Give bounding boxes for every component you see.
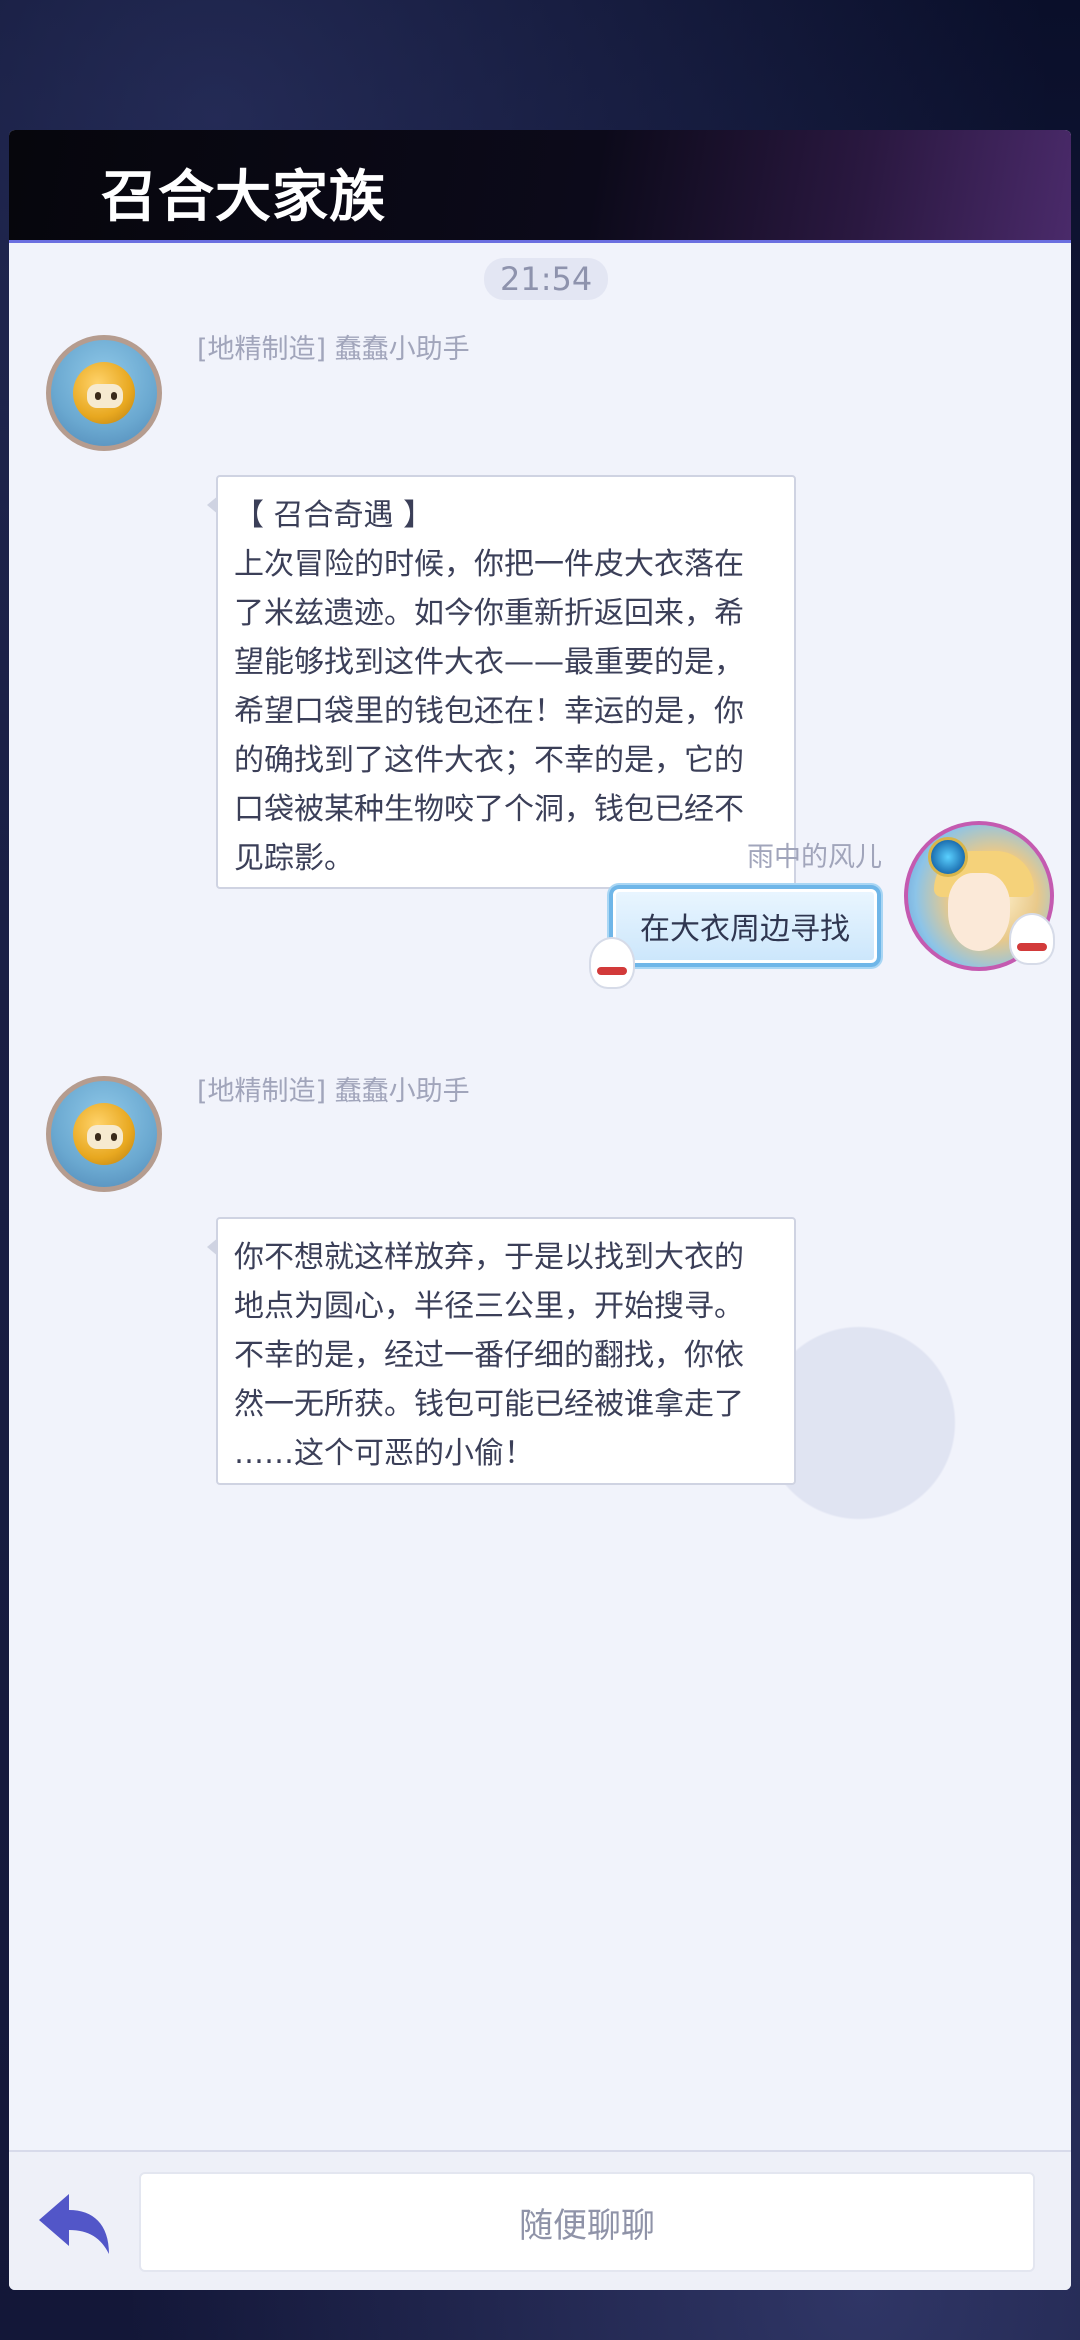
chat-input[interactable]: 随便聊聊 <box>139 2172 1035 2272</box>
my-message-text: 在大衣周边寻找 <box>640 912 850 947</box>
chat-area[interactable]: 21:54 [地精制造] 蠢蠢小助手 【 召合奇遇 】 上次冒险的时候，你把一件… <box>9 243 1071 2153</box>
message-bubble: 【 召合奇遇 】 上次冒险的时候，你把一件皮大衣落在 了米兹遗迹。如今你重新折返… <box>216 475 796 889</box>
message-line: 地点为圆心，半径三公里，开始搜寻。 <box>234 1289 744 1324</box>
message-line: 然一无所获。钱包可能已经被谁拿走了 <box>234 1387 744 1422</box>
header: 召合大家族 <box>9 130 1071 243</box>
input-bar: 随便聊聊 <box>9 2150 1071 2290</box>
gem-icon <box>928 837 968 877</box>
message-line: 上次冒险的时候，你把一件皮大衣落在 <box>234 547 744 582</box>
bunny-decoration-icon <box>1011 915 1053 963</box>
my-message-bubble: 在大衣周边寻找 <box>609 885 881 967</box>
page-title: 召合大家族 <box>101 164 386 230</box>
message-line: 口袋被某种生物咬了个洞，钱包已经不 <box>234 792 744 827</box>
message-line: 希望口袋里的钱包还在！幸运的是，你 <box>234 694 744 729</box>
message-line: 不幸的是，经过一番仔细的翻找，你依 <box>234 1338 744 1373</box>
assistant-avatar[interactable] <box>46 335 162 451</box>
message-timestamp: 21:54 <box>484 258 609 300</box>
message-bubble: 你不想就这样放弃，于是以找到大衣的 地点为圆心，半径三公里，开始搜寻。 不幸的是… <box>216 1217 796 1485</box>
message-line: 的确找到了这件大衣；不幸的是，它的 <box>234 743 744 778</box>
message-line: 你不想就这样放弃，于是以找到大衣的 <box>234 1240 744 1275</box>
assistant-avatar[interactable] <box>46 1076 162 1192</box>
message-line: 【 召合奇遇 】 <box>234 498 434 533</box>
back-arrow-icon <box>39 2194 109 2254</box>
message-line: ……这个可恶的小偷！ <box>234 1436 534 1471</box>
chat-panel: 召合大家族 21:54 [地精制造] 蠢蠢小助手 【 召合奇遇 】 上次冒险的时… <box>9 130 1071 2290</box>
sender-name: [地精制造] 蠢蠢小助手 <box>197 334 470 365</box>
bunny-decoration-icon <box>591 939 633 987</box>
sender-name: [地精制造] 蠢蠢小助手 <box>197 1076 470 1107</box>
message-line: 了米兹遗迹。如今你重新折返回来，希 <box>234 596 744 631</box>
chat-input-placeholder: 随便聊聊 <box>519 2205 655 2246</box>
message-line: 见踪影。 <box>234 841 354 876</box>
back-button[interactable] <box>35 2190 115 2260</box>
message-line: 望能够找到这件大衣——最重要的是， <box>234 645 744 680</box>
my-sender-name: 雨中的风儿 <box>747 842 882 873</box>
